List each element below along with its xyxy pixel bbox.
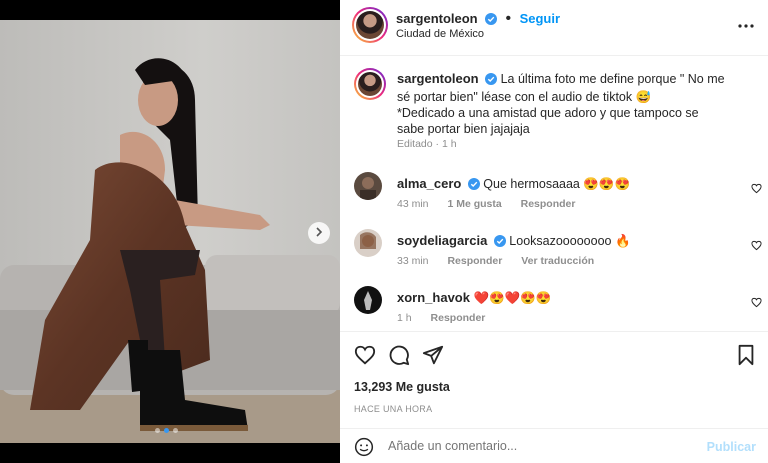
- verified-badge-icon: [467, 178, 480, 193]
- author-username[interactable]: sargentoleon: [396, 11, 478, 26]
- heart-icon[interactable]: [751, 295, 762, 313]
- comment-meta: 1 h Responder: [397, 312, 501, 324]
- heart-icon[interactable]: [751, 181, 762, 199]
- comment-likes[interactable]: 1 Me gusta: [447, 198, 501, 210]
- comment-line: soydeliagarcia Looksazoooooooo 🔥: [397, 233, 631, 250]
- bookmark-icon[interactable]: [736, 344, 756, 371]
- chevron-right-icon: [314, 224, 324, 242]
- commenter-avatar[interactable]: [354, 172, 382, 200]
- reply-button[interactable]: Responder: [521, 198, 576, 210]
- comment-time: 33 min: [397, 255, 429, 267]
- commenter-avatar[interactable]: [354, 229, 382, 257]
- caption-meta: Editado · 1 h: [397, 138, 457, 150]
- share-icon[interactable]: [422, 344, 444, 371]
- comment-meta: 33 min Responder Ver traducción: [397, 255, 610, 267]
- verified-badge-icon: [485, 73, 498, 89]
- post-actions: 13,293 Me gusta HACE UNA HORA Publicar: [340, 331, 768, 463]
- comment-meta: 43 min 1 Me gusta Responder: [397, 198, 591, 210]
- caption-avatar[interactable]: [354, 68, 386, 100]
- publish-button[interactable]: Publicar: [707, 440, 756, 454]
- comment-time: 1 h: [397, 312, 412, 324]
- comment-item: soydeliagarcia Looksazoooooooo 🔥 33 min …: [354, 229, 764, 275]
- more-options-icon[interactable]: [738, 18, 754, 39]
- verified-badge-icon: [493, 235, 506, 250]
- follow-button[interactable]: Seguir: [520, 11, 560, 26]
- comment-time: 43 min: [397, 198, 429, 210]
- commenter-username[interactable]: alma_cero: [397, 176, 461, 191]
- post-timestamp: HACE UNA HORA: [354, 404, 433, 414]
- heart-icon[interactable]: [751, 238, 762, 256]
- comment-text: ❤️😍❤️😍😍: [473, 291, 552, 305]
- add-comment-bar: Publicar: [340, 428, 768, 463]
- comment-item: alma_cero Que hermosaaaa 😍😍😍 43 min 1 Me…: [354, 172, 764, 218]
- comment-line: xorn_havok ❤️😍❤️😍😍: [397, 290, 551, 306]
- next-photo-button[interactable]: [308, 222, 330, 244]
- reply-button[interactable]: Responder: [431, 312, 486, 324]
- like-count[interactable]: 13,293 Me gusta: [354, 380, 450, 394]
- post-media: [0, 0, 340, 463]
- comment-item: xorn_havok ❤️😍❤️😍😍 1 h Responder: [354, 286, 764, 332]
- carousel-dot: [155, 428, 160, 433]
- comment-input[interactable]: [388, 439, 688, 453]
- carousel-dot-active: [164, 428, 169, 433]
- carousel-indicator: [155, 428, 178, 433]
- commenter-username[interactable]: xorn_havok: [397, 290, 470, 305]
- comment-text: Que hermosaaaa 😍😍😍: [483, 177, 631, 191]
- translate-button[interactable]: Ver traducción: [521, 255, 594, 267]
- commenter-username[interactable]: soydeliagarcia: [397, 233, 487, 248]
- comment-line: alma_cero Que hermosaaaa 😍😍😍: [397, 176, 630, 193]
- caption-text-2: *Dedicado a una amistad que adoro y que …: [397, 106, 699, 136]
- caption-body: sargentoleon La última foto me define po…: [397, 71, 727, 137]
- comment-text: Looksazoooooooo 🔥: [509, 234, 631, 248]
- comment-icon[interactable]: [388, 344, 410, 371]
- post-sidebar: sargentoleon • Seguir Ciudad de México s…: [340, 0, 768, 463]
- post-header: sargentoleon • Seguir Ciudad de México: [340, 0, 768, 56]
- reply-button[interactable]: Responder: [447, 255, 502, 267]
- author-avatar[interactable]: [352, 7, 388, 43]
- caption-username[interactable]: sargentoleon: [397, 71, 479, 86]
- commenter-avatar[interactable]: [354, 286, 382, 314]
- verified-badge-icon: [485, 12, 498, 30]
- post-photo[interactable]: [0, 20, 340, 443]
- emoji-icon[interactable]: [354, 437, 374, 462]
- carousel-dot: [173, 428, 178, 433]
- post-location[interactable]: Ciudad de México: [396, 28, 484, 40]
- heart-icon[interactable]: [354, 344, 376, 371]
